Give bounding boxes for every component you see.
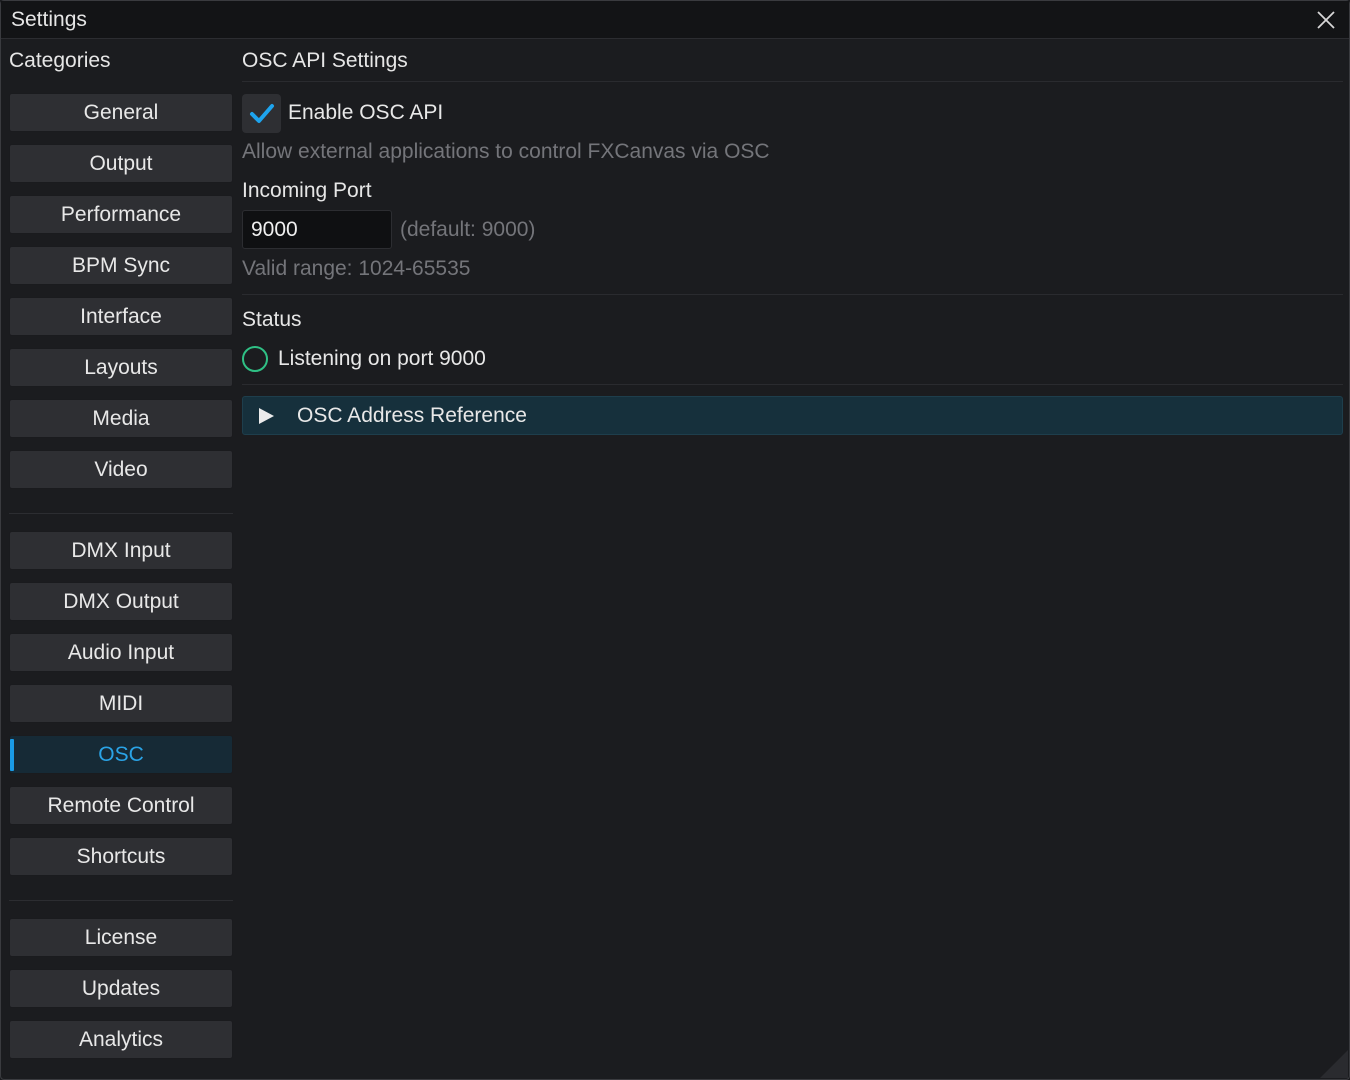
category-midi[interactable]: MIDI <box>9 684 233 723</box>
category-label: Video <box>94 457 148 481</box>
status-label: Status <box>242 308 302 331</box>
category-layouts[interactable]: Layouts <box>9 348 233 387</box>
checkmark-icon <box>249 103 274 123</box>
close-icon <box>1317 11 1335 29</box>
category-label: OSC <box>98 742 144 766</box>
title-bar: Settings <box>1 1 1349 39</box>
enable-osc-checkbox[interactable] <box>242 94 281 133</box>
category-label: Layouts <box>84 355 158 379</box>
enable-osc-hint: Allow external applications to control F… <box>242 140 770 163</box>
category-media[interactable]: Media <box>9 399 233 438</box>
category-osc[interactable]: OSC <box>9 735 233 774</box>
category-performance[interactable]: Performance <box>9 195 233 234</box>
category-audio-input[interactable]: Audio Input <box>9 633 233 672</box>
category-label: Updates <box>81 976 161 1000</box>
category-video[interactable]: Video <box>9 450 233 489</box>
category-label: Analytics <box>78 1027 164 1051</box>
category-label: DMX Input <box>71 538 171 562</box>
active-indicator <box>10 739 14 771</box>
status-ring-icon <box>242 346 268 372</box>
enable-osc-label: Enable OSC API <box>288 101 444 124</box>
port-default-hint: (default: 9000) <box>400 218 536 241</box>
category-updates[interactable]: Updates <box>9 969 233 1008</box>
categories-sidebar: Categories General Output Performance BP… <box>9 41 233 1071</box>
category-shortcuts[interactable]: Shortcuts <box>9 837 233 876</box>
category-dmx-input[interactable]: DMX Input <box>9 531 233 570</box>
section-divider <box>242 81 1343 82</box>
category-dmx-output[interactable]: DMX Output <box>9 582 233 621</box>
sidebar-divider <box>9 513 233 514</box>
category-label: DMX Output <box>63 589 179 613</box>
category-output[interactable]: Output <box>9 144 233 183</box>
section-title: OSC API Settings <box>242 49 408 72</box>
sidebar-header: Categories <box>9 49 111 72</box>
category-label: Performance <box>60 202 182 226</box>
osc-address-reference-label: OSC Address Reference <box>297 404 527 427</box>
category-remote-control[interactable]: Remote Control <box>9 786 233 825</box>
status-text: Listening on port 9000 <box>278 347 486 370</box>
category-label: General <box>83 100 159 124</box>
window-title: Settings <box>11 8 87 31</box>
resize-grip-icon[interactable] <box>1320 1050 1348 1078</box>
osc-settings-panel: OSC API Settings Enable OSC API Allow ex… <box>242 41 1343 1071</box>
category-analytics[interactable]: Analytics <box>9 1020 233 1059</box>
settings-window: Settings Categories General Output Perfo… <box>0 0 1350 1080</box>
category-label: Shortcuts <box>76 844 166 868</box>
section-divider <box>242 294 1343 295</box>
port-label: Incoming Port <box>242 179 372 202</box>
category-label: Media <box>92 406 150 430</box>
port-input[interactable] <box>242 210 392 249</box>
category-label: BPM Sync <box>71 253 171 277</box>
status-row: Listening on port 9000 <box>242 345 486 373</box>
osc-address-reference-header[interactable]: OSC Address Reference <box>242 396 1343 435</box>
category-label: Audio Input <box>67 640 175 664</box>
category-bpm-sync[interactable]: BPM Sync <box>9 246 233 285</box>
category-label: Interface <box>80 304 162 328</box>
sidebar-divider <box>9 900 233 901</box>
port-range-hint: Valid range: 1024-65535 <box>242 257 471 280</box>
expand-arrow-icon <box>259 408 274 424</box>
category-label: Output <box>89 151 153 175</box>
close-button[interactable] <box>1315 9 1337 31</box>
category-interface[interactable]: Interface <box>9 297 233 336</box>
category-label: MIDI <box>98 691 144 715</box>
category-label: Remote Control <box>47 793 195 817</box>
category-label: License <box>84 925 158 949</box>
category-general[interactable]: General <box>9 93 233 132</box>
category-license[interactable]: License <box>9 918 233 957</box>
section-divider <box>242 384 1343 385</box>
